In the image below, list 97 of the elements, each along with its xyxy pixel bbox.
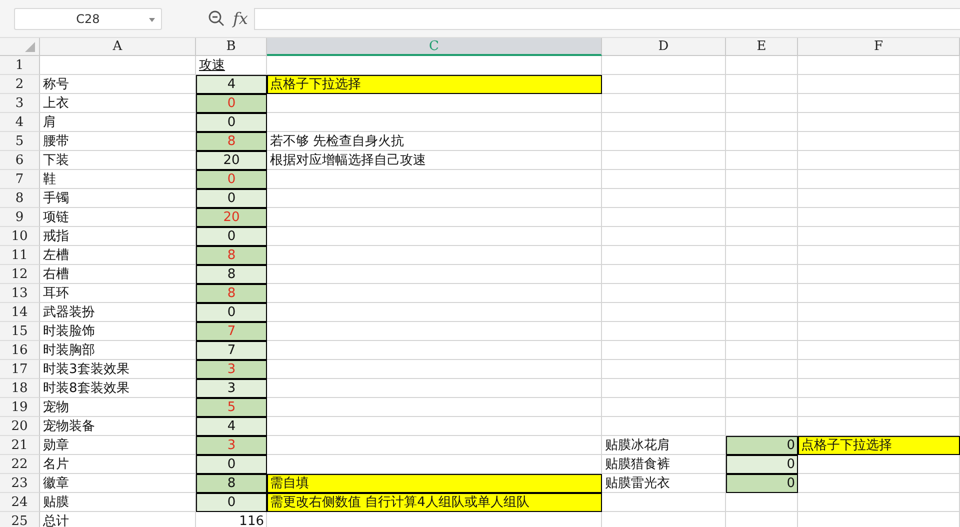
row-number[interactable]: 10 bbox=[0, 227, 40, 246]
table-cell-text: 耳环 bbox=[42, 284, 70, 302]
table-cell-text: 116 bbox=[238, 512, 265, 527]
caret-icon bbox=[149, 18, 155, 22]
row-number[interactable]: 9 bbox=[0, 208, 40, 227]
table-cell: 3 bbox=[196, 360, 267, 379]
table-cell-text: 腰带 bbox=[42, 132, 70, 150]
table-cell: 8 bbox=[196, 474, 267, 493]
table-cell-text: 贴膜冰花肩 bbox=[604, 436, 671, 454]
table-cell-text: 戒指 bbox=[42, 228, 70, 246]
table-cell-text: 名片 bbox=[42, 456, 70, 474]
table-cell-text: 贴膜 bbox=[42, 494, 70, 512]
row-number[interactable]: 14 bbox=[0, 303, 40, 322]
table-cell-text: 时装脸饰 bbox=[42, 322, 96, 340]
table-cell-text: 时装胸部 bbox=[42, 342, 96, 360]
row-number[interactable]: 19 bbox=[0, 398, 40, 417]
table-cell: 0 bbox=[726, 436, 798, 455]
table-cell: 8 bbox=[196, 284, 267, 303]
row-number[interactable]: 15 bbox=[0, 322, 40, 341]
row-number[interactable]: 11 bbox=[0, 246, 40, 265]
table-cell-text: 攻速 bbox=[198, 56, 226, 74]
table-cell: 0 bbox=[196, 94, 267, 113]
row-number[interactable]: 6 bbox=[0, 151, 40, 170]
table-cell: 0 bbox=[196, 170, 267, 189]
table-cell-text: 徽章 bbox=[42, 474, 70, 492]
table-cell-text: 鞋 bbox=[42, 170, 57, 188]
row-number[interactable]: 16 bbox=[0, 341, 40, 360]
table-cell: 3 bbox=[196, 379, 267, 398]
column-header[interactable]: F bbox=[798, 38, 960, 56]
table-cell-text: 根据对应增幅选择自己攻速 bbox=[269, 152, 427, 170]
table-cell-text: 若不够 先检查自身火抗 bbox=[269, 132, 406, 150]
row-number[interactable]: 3 bbox=[0, 94, 40, 113]
table-cell-text: 称号 bbox=[42, 76, 70, 94]
row-number[interactable]: 24 bbox=[0, 493, 40, 512]
table-cell: 4 bbox=[196, 75, 267, 94]
table-cell-text: 肩 bbox=[42, 114, 57, 132]
table-cell: 8 bbox=[196, 132, 267, 151]
row-number[interactable]: 7 bbox=[0, 170, 40, 189]
column-header[interactable]: B bbox=[196, 38, 267, 56]
name-box[interactable]: C28 bbox=[14, 8, 162, 30]
row-number[interactable]: 25 bbox=[0, 512, 40, 527]
table-cell: 4 bbox=[196, 417, 267, 436]
table-cell: 需更改右侧数值 自行计算4人组队或单人组队 bbox=[267, 493, 602, 512]
table-cell: 7 bbox=[196, 322, 267, 341]
table-cell: 8 bbox=[196, 246, 267, 265]
table-cell: 0 bbox=[196, 189, 267, 208]
table-cell: 3 bbox=[196, 436, 267, 455]
row-number[interactable]: 22 bbox=[0, 455, 40, 474]
row-number[interactable]: 13 bbox=[0, 284, 40, 303]
column-header[interactable]: D bbox=[602, 38, 726, 56]
table-cell: 20 bbox=[196, 151, 267, 170]
table-cell: 7 bbox=[196, 341, 267, 360]
table-cell-text: 贴膜猎食裤 bbox=[604, 456, 671, 474]
row-number[interactable]: 12 bbox=[0, 265, 40, 284]
table-cell-text: 时装8套装效果 bbox=[42, 380, 130, 398]
table-cell-text: 时装3套装效果 bbox=[42, 360, 130, 378]
table-cell: 0 bbox=[196, 113, 267, 132]
table-cell-text: 宠物 bbox=[42, 398, 70, 416]
table-cell-text: 下装 bbox=[42, 152, 70, 170]
row-number[interactable]: 17 bbox=[0, 360, 40, 379]
table-cell: 8 bbox=[196, 265, 267, 284]
table-cell-text: 手镯 bbox=[42, 190, 70, 208]
row-number[interactable]: 23 bbox=[0, 474, 40, 493]
table-cell-text: 贴膜雷光衣 bbox=[604, 474, 671, 492]
table-cell: 0 bbox=[196, 493, 267, 512]
table-cell: 20 bbox=[196, 208, 267, 227]
column-header[interactable]: E bbox=[726, 38, 798, 56]
table-cell: 0 bbox=[726, 474, 798, 493]
table-cell: 点格子下拉选择 bbox=[267, 75, 602, 94]
zoom-out-icon[interactable] bbox=[208, 10, 225, 27]
row-number[interactable]: 5 bbox=[0, 132, 40, 151]
table-cell-text: 右槽 bbox=[42, 266, 70, 284]
row-number[interactable]: 2 bbox=[0, 75, 40, 94]
table-cell: 点格子下拉选择 bbox=[798, 436, 960, 455]
table-cell-text: 武器装扮 bbox=[42, 304, 96, 322]
function-label[interactable]: fx bbox=[233, 9, 248, 28]
row-number[interactable]: 8 bbox=[0, 189, 40, 208]
table-cell-text: 项链 bbox=[42, 208, 70, 226]
row-number[interactable]: 18 bbox=[0, 379, 40, 398]
row-number[interactable]: 21 bbox=[0, 436, 40, 455]
table-cell: 需自填 bbox=[267, 474, 602, 493]
row-number[interactable]: 1 bbox=[0, 56, 40, 75]
select-all-icon[interactable] bbox=[25, 42, 35, 52]
table-cell-text: 总计 bbox=[42, 512, 70, 527]
column-header[interactable]: A bbox=[40, 38, 196, 56]
row-number[interactable]: 20 bbox=[0, 417, 40, 436]
row-number[interactable]: 4 bbox=[0, 113, 40, 132]
table-cell-text: 左槽 bbox=[42, 246, 70, 264]
table-cell-text: 宠物装备 bbox=[42, 418, 96, 436]
table-cell: 5 bbox=[196, 398, 267, 417]
table-cell: 0 bbox=[196, 227, 267, 246]
table-cell: 0 bbox=[196, 455, 267, 474]
table-cell-text: 上衣 bbox=[42, 94, 70, 112]
table-cell: 0 bbox=[196, 303, 267, 322]
table-cell-text: 勋章 bbox=[42, 436, 70, 454]
formula-field[interactable] bbox=[254, 8, 960, 30]
table-cell: 0 bbox=[726, 455, 798, 474]
